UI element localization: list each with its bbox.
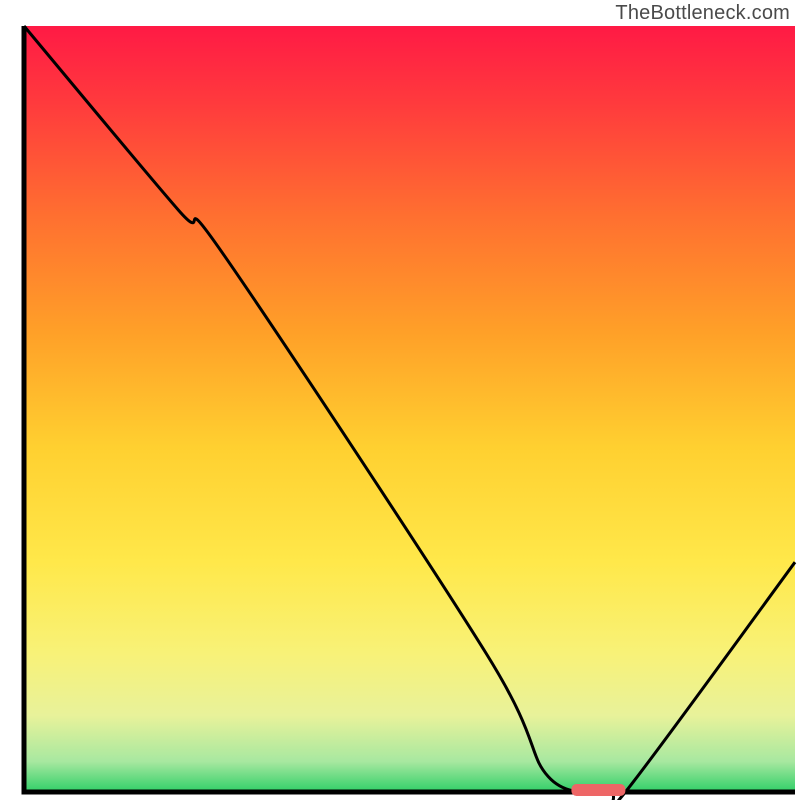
- plot-background: [24, 26, 795, 792]
- chart-container: { "watermark": "TheBottleneck.com", "cha…: [0, 0, 800, 800]
- bottleneck-chart: [0, 0, 800, 800]
- optimal-point-marker: [571, 784, 625, 796]
